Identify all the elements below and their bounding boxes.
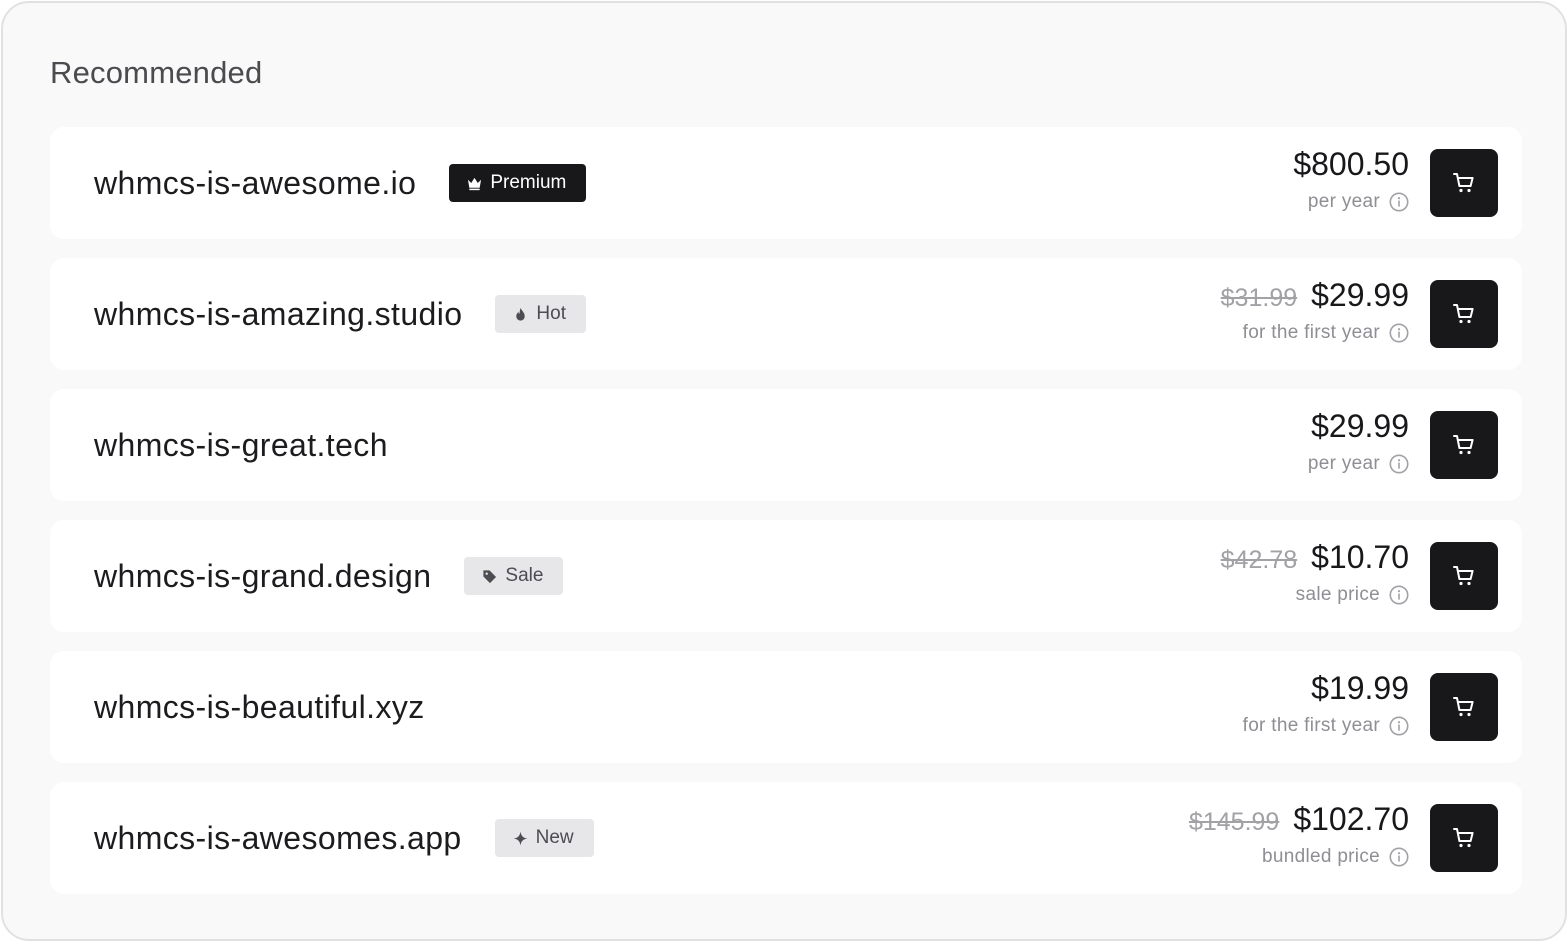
domain-result-row: whmcs-is-beautiful.xyz $19.99 for the fi… bbox=[50, 651, 1522, 763]
price-block: $145.99 $102.70 bundled price bbox=[1189, 801, 1409, 868]
recommended-panel: Recommended whmcs-is-awesome.io Premium … bbox=[1, 1, 1567, 941]
crown-icon bbox=[468, 177, 482, 190]
price-block: $31.99 $29.99 for the first year bbox=[1221, 277, 1409, 344]
add-to-cart-button[interactable] bbox=[1430, 804, 1498, 872]
original-price: $145.99 bbox=[1188, 808, 1280, 836]
new-badge: New bbox=[494, 819, 594, 857]
badge-label: Hot bbox=[536, 303, 566, 324]
price-block: $19.99 for the first year bbox=[1243, 670, 1409, 737]
cart-icon bbox=[1453, 173, 1474, 193]
price: $29.99 bbox=[1311, 277, 1409, 313]
domain-result-row: whmcs-is-grand.design Sale $42.78 $10.70… bbox=[50, 520, 1522, 632]
info-icon[interactable] bbox=[1389, 585, 1409, 605]
badge-label: Premium bbox=[490, 172, 567, 193]
price-note: per year bbox=[1307, 191, 1380, 212]
domain-name[interactable]: whmcs-is-great.tech bbox=[94, 427, 388, 464]
info-icon[interactable] bbox=[1389, 716, 1409, 736]
price: $800.50 bbox=[1293, 146, 1409, 182]
price-block: $42.78 $10.70 sale price bbox=[1221, 539, 1409, 606]
price-note: for the first year bbox=[1242, 322, 1380, 343]
badge-label: Sale bbox=[505, 565, 544, 586]
add-to-cart-button[interactable] bbox=[1430, 673, 1498, 741]
cart-icon bbox=[1453, 304, 1474, 324]
price: $10.70 bbox=[1311, 539, 1409, 575]
price-block: $29.99 per year bbox=[1308, 408, 1409, 475]
domain-result-row: whmcs-is-awesomes.app New $145.99 $102.7… bbox=[50, 782, 1522, 894]
add-to-cart-button[interactable] bbox=[1430, 411, 1498, 479]
price-note: bundled price bbox=[1262, 846, 1380, 867]
cart-icon bbox=[1453, 435, 1474, 455]
hot-badge: Hot bbox=[495, 295, 586, 333]
price: $19.99 bbox=[1311, 670, 1409, 706]
sale-badge: Sale bbox=[464, 557, 564, 595]
cart-icon bbox=[1453, 697, 1474, 717]
domain-results-list: whmcs-is-awesome.io Premium $800.50 per … bbox=[50, 127, 1522, 913]
sparkle-icon bbox=[513, 830, 528, 846]
flame-icon bbox=[516, 307, 526, 321]
info-icon[interactable] bbox=[1389, 323, 1409, 343]
premium-badge: Premium bbox=[449, 164, 587, 202]
domain-name[interactable]: whmcs-is-beautiful.xyz bbox=[94, 689, 425, 726]
domain-name[interactable]: whmcs-is-awesome.io bbox=[94, 165, 416, 202]
price: $29.99 bbox=[1311, 408, 1409, 444]
price-note: per year bbox=[1307, 453, 1380, 474]
price-note: sale price bbox=[1295, 584, 1380, 605]
domain-result-row: whmcs-is-amazing.studio Hot $31.99 $29.9… bbox=[50, 258, 1522, 370]
cart-icon bbox=[1453, 566, 1474, 586]
domain-name[interactable]: whmcs-is-awesomes.app bbox=[94, 820, 462, 857]
domain-name[interactable]: whmcs-is-grand.design bbox=[94, 558, 431, 595]
section-title: Recommended bbox=[50, 55, 263, 90]
add-to-cart-button[interactable] bbox=[1430, 149, 1498, 217]
price-block: $800.50 per year bbox=[1293, 146, 1409, 213]
original-price: $42.78 bbox=[1220, 546, 1298, 574]
cart-icon bbox=[1453, 828, 1474, 848]
domain-result-row: whmcs-is-great.tech $29.99 per year bbox=[50, 389, 1522, 501]
add-to-cart-button[interactable] bbox=[1430, 542, 1498, 610]
tag-icon bbox=[483, 569, 497, 583]
info-icon[interactable] bbox=[1389, 192, 1409, 212]
original-price: $31.99 bbox=[1220, 284, 1298, 312]
domain-name[interactable]: whmcs-is-amazing.studio bbox=[94, 296, 462, 333]
badge-label: New bbox=[535, 827, 574, 848]
domain-result-row: whmcs-is-awesome.io Premium $800.50 per … bbox=[50, 127, 1522, 239]
add-to-cart-button[interactable] bbox=[1430, 280, 1498, 348]
price-note: for the first year bbox=[1242, 715, 1380, 736]
price: $102.70 bbox=[1293, 801, 1409, 837]
info-icon[interactable] bbox=[1389, 454, 1409, 474]
info-icon[interactable] bbox=[1389, 847, 1409, 867]
